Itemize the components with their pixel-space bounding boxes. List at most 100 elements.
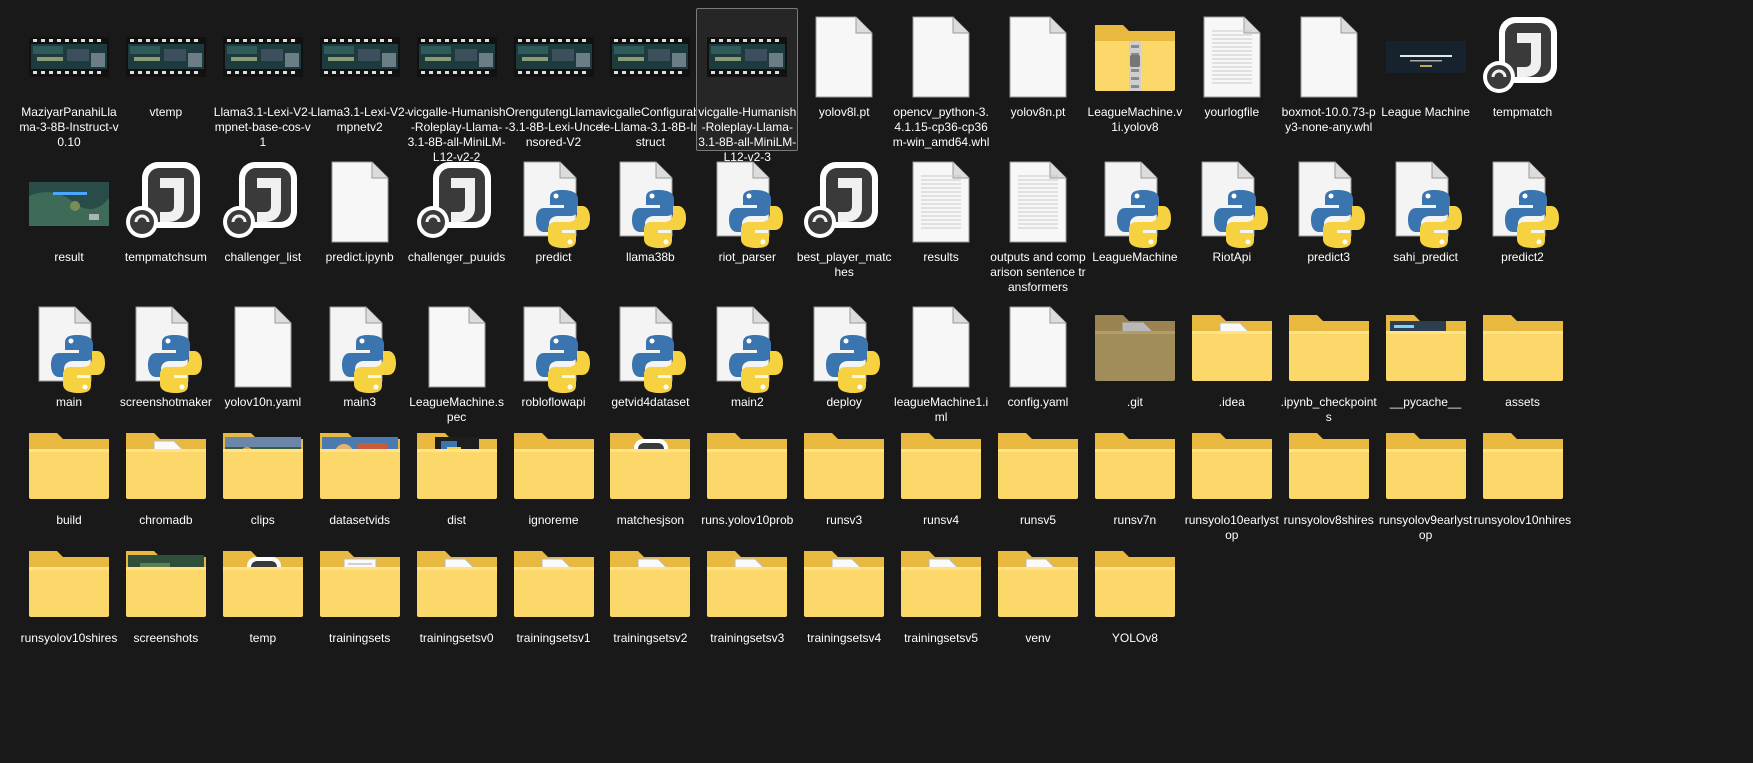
file-item[interactable]: predict2 bbox=[1472, 153, 1574, 266]
file-item[interactable]: opencv_python-3.4.1.15-cp36-cp36m-win_am… bbox=[890, 8, 992, 151]
file-item[interactable]: runsyolov8shires bbox=[1278, 416, 1380, 529]
file-item[interactable]: trainingsetsv0 bbox=[406, 534, 508, 647]
file-item[interactable]: predict3 bbox=[1278, 153, 1380, 266]
file-item[interactable]: trainingsets bbox=[309, 534, 411, 647]
file-item-label: opencv_python-3.4.1.15-cp36-cp36m-win_am… bbox=[892, 105, 990, 149]
file-item[interactable]: challenger_puuids bbox=[406, 153, 508, 266]
python-file-icon bbox=[23, 301, 115, 393]
file-item-label: runsyolov8shires bbox=[1283, 513, 1374, 527]
file-item-label: RiotApi bbox=[1212, 250, 1252, 264]
folder-icon bbox=[1283, 419, 1375, 511]
file-item[interactable]: result bbox=[18, 153, 120, 266]
file-item[interactable]: leagueMachine1.iml bbox=[890, 298, 992, 426]
jupyter-notebook-icon bbox=[1477, 11, 1569, 103]
file-item[interactable]: config.yaml bbox=[987, 298, 1089, 411]
file-item[interactable]: __pycache__ bbox=[1375, 298, 1477, 411]
file-item[interactable]: getvid4dataset bbox=[599, 298, 701, 411]
file-item[interactable]: sahi_predict bbox=[1375, 153, 1477, 266]
file-item-label: sahi_predict bbox=[1393, 250, 1458, 264]
file-item[interactable]: YOLOv8 bbox=[1084, 534, 1186, 647]
file-item[interactable]: main bbox=[18, 298, 120, 411]
file-item[interactable]: assets bbox=[1472, 298, 1574, 411]
file-item[interactable]: MaziyarPanahiLlama-3-8B-Instruct-v0.10 bbox=[18, 8, 120, 151]
python-file-icon bbox=[120, 301, 212, 393]
file-item[interactable]: llama38b bbox=[599, 153, 701, 266]
file-item[interactable]: screenshots bbox=[115, 534, 217, 647]
file-item[interactable]: results bbox=[890, 153, 992, 266]
file-item[interactable]: build bbox=[18, 416, 120, 529]
file-item[interactable]: chromadb bbox=[115, 416, 217, 529]
file-item[interactable]: vicgalle-Humanish-Roleplay-Llama-3.1-8B-… bbox=[696, 8, 799, 164]
file-item[interactable]: yolov8n.pt bbox=[987, 8, 1089, 121]
file-item[interactable]: trainingsetsv1 bbox=[503, 534, 605, 647]
file-item[interactable]: runsyolo10earlystop bbox=[1181, 416, 1283, 544]
file-item[interactable]: riot_parser bbox=[696, 153, 798, 266]
file-item[interactable]: .git bbox=[1084, 298, 1186, 411]
file-item[interactable]: predict bbox=[503, 153, 605, 266]
file-item[interactable]: robloflowapi bbox=[503, 298, 605, 411]
file-item[interactable]: LeagueMachine bbox=[1084, 153, 1186, 266]
file-item[interactable]: .idea bbox=[1181, 298, 1283, 411]
file-item[interactable]: runsv7n bbox=[1084, 416, 1186, 529]
file-item-label: runsv4 bbox=[923, 513, 960, 527]
file-item[interactable]: boxmot-10.0.73-py3-none-any.whl bbox=[1278, 8, 1380, 136]
blank-file-icon bbox=[314, 156, 406, 248]
file-item[interactable]: runs.yolov10prob bbox=[696, 416, 798, 529]
file-item[interactable]: LeagueMachine.spec bbox=[406, 298, 508, 426]
file-item[interactable]: trainingsetsv2 bbox=[599, 534, 701, 647]
file-item[interactable]: RiotApi bbox=[1181, 153, 1283, 266]
file-item[interactable]: challenger_list bbox=[212, 153, 314, 266]
file-item[interactable]: deploy bbox=[793, 298, 895, 411]
file-item[interactable]: vicgalle-Humanish-Roleplay-Llama-3.1-8B-… bbox=[406, 8, 508, 166]
file-item[interactable]: clips bbox=[212, 416, 314, 529]
file-item[interactable]: dist bbox=[406, 416, 508, 529]
file-item[interactable]: runsyolov10nhires bbox=[1472, 416, 1574, 529]
file-item[interactable]: runsyolov10shires bbox=[18, 534, 120, 647]
file-item-label: dist bbox=[447, 513, 466, 527]
file-item[interactable]: LeagueMachine.v1i.yolov8 bbox=[1084, 8, 1186, 136]
file-item[interactable]: outputs and comparison sentence transfor… bbox=[987, 153, 1089, 296]
file-item[interactable]: tempmatch bbox=[1472, 8, 1574, 121]
file-item[interactable]: runsv4 bbox=[890, 416, 992, 529]
folder-icon bbox=[1380, 301, 1472, 393]
file-item[interactable]: vicgalleConfigurable-Llama-3.1-8B-Instru… bbox=[599, 8, 701, 151]
file-item[interactable]: best_player_matches bbox=[793, 153, 895, 281]
file-item[interactable]: yourlogfile bbox=[1181, 8, 1283, 121]
file-item-label: temp bbox=[249, 631, 277, 645]
file-item[interactable]: ignoreme bbox=[503, 416, 605, 529]
file-item[interactable]: Llama3.1-Lexi-V2-mpnetv2 bbox=[309, 8, 411, 136]
file-item[interactable]: matchesjson bbox=[599, 416, 701, 529]
file-item-label: venv bbox=[1025, 631, 1051, 645]
file-item[interactable]: trainingsetsv5 bbox=[890, 534, 992, 647]
file-item[interactable]: main2 bbox=[696, 298, 798, 411]
file-item[interactable]: runsv3 bbox=[793, 416, 895, 529]
file-item[interactable]: runsyolov9earlystop bbox=[1375, 416, 1477, 544]
file-item[interactable]: OrengutengLlama-3.1-8B-Lexi-Uncensored-V… bbox=[503, 8, 605, 151]
file-item-label: trainingsetsv0 bbox=[419, 631, 494, 645]
file-item[interactable]: tempmatchsum bbox=[115, 153, 217, 266]
file-item[interactable]: main3 bbox=[309, 298, 411, 411]
file-item[interactable]: datasetvids bbox=[309, 416, 411, 529]
file-item[interactable]: temp bbox=[212, 534, 314, 647]
file-item-label: predict2 bbox=[1501, 250, 1544, 264]
file-item[interactable]: trainingsetsv3 bbox=[696, 534, 798, 647]
file-item[interactable]: Llama3.1-Lexi-V2-mpnet-base-cos-v1 bbox=[212, 8, 314, 151]
folder-icon bbox=[992, 419, 1084, 511]
file-item[interactable]: yolov8l.pt bbox=[793, 8, 895, 121]
file-item[interactable]: trainingsetsv4 bbox=[793, 534, 895, 647]
file-item[interactable]: predict.ipynb bbox=[309, 153, 411, 266]
file-item[interactable]: yolov10n.yaml bbox=[212, 298, 314, 411]
video-thumbnail-icon bbox=[508, 11, 600, 103]
file-item[interactable]: League Machine bbox=[1375, 8, 1477, 121]
blank-file-icon bbox=[217, 301, 309, 393]
file-item-label: .git bbox=[1126, 395, 1143, 409]
file-item[interactable]: vtemp bbox=[115, 8, 217, 121]
file-item[interactable]: runsv5 bbox=[987, 416, 1089, 529]
file-item[interactable]: venv bbox=[987, 534, 1089, 647]
blank-file-icon bbox=[992, 301, 1084, 393]
file-item-label: ignoreme bbox=[528, 513, 579, 527]
file-item[interactable]: screenshotmaker bbox=[115, 298, 217, 411]
python-file-icon bbox=[1186, 156, 1278, 248]
blank-file-icon bbox=[895, 301, 987, 393]
file-item[interactable]: .ipynb_checkpoints bbox=[1278, 298, 1380, 426]
